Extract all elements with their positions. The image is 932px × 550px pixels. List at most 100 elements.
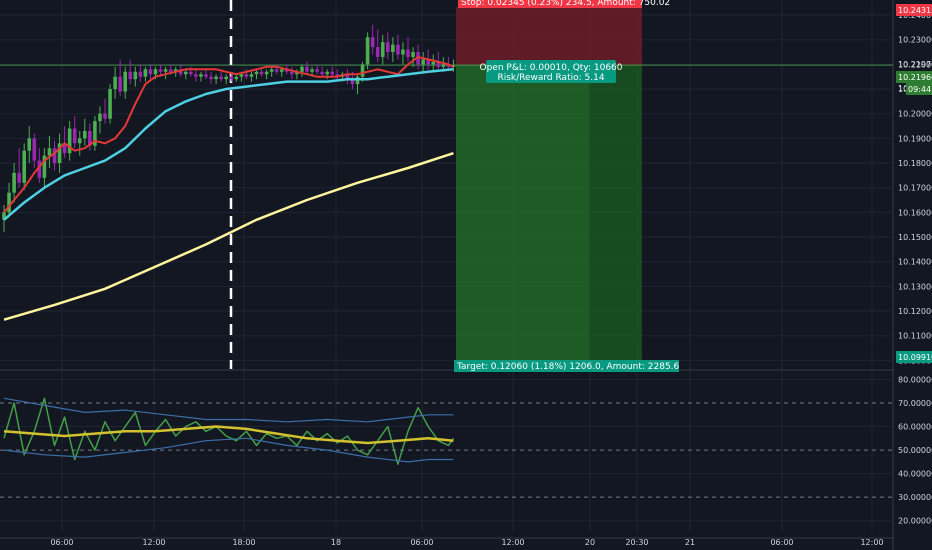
open-pnl-zone — [456, 65, 589, 363]
candle — [396, 34, 400, 60]
stop-zone — [456, 7, 642, 66]
candle-body — [375, 47, 380, 57]
candle-body — [138, 71, 143, 77]
candle — [375, 29, 380, 62]
candle-body — [310, 69, 314, 72]
candle-body — [370, 37, 375, 48]
candle — [103, 98, 107, 124]
candle — [254, 69, 259, 80]
candle-body — [365, 37, 370, 65]
candle — [52, 140, 57, 171]
time-tick-label: 21 — [685, 538, 695, 547]
candle — [98, 106, 102, 134]
candle-body — [269, 69, 274, 72]
candle-body — [128, 71, 133, 80]
candle-body — [254, 71, 259, 75]
candle-body — [184, 71, 188, 75]
candle-body — [52, 148, 57, 164]
rsi-tick-label: 70.00000 — [898, 399, 932, 408]
indicator-pane[interactable] — [0, 378, 893, 522]
candle-body — [133, 71, 138, 80]
candle — [370, 24, 375, 55]
candle-body — [153, 69, 158, 75]
candle-body — [330, 71, 335, 75]
candle-body — [113, 76, 117, 90]
candle — [113, 66, 117, 99]
position-zones — [0, 0, 893, 369]
candle-body — [431, 61, 436, 65]
stop-label: Stop: 0.02345 (0.23%) 234.5, Amount: 750… — [461, 0, 670, 8]
candle — [209, 71, 213, 85]
time-tick-label: 18 — [331, 538, 341, 547]
candle-body — [234, 76, 239, 80]
price-pane[interactable] — [2, 24, 456, 321]
candle — [27, 126, 32, 164]
candle — [401, 42, 405, 65]
candle-body — [67, 128, 72, 154]
time-tick-label: 18:00 — [232, 538, 255, 547]
candle-body — [411, 52, 415, 57]
candle — [138, 64, 143, 82]
candle — [123, 66, 127, 99]
trading-chart[interactable]: 10.2400010.2300010.2200010.2100010.20000… — [0, 0, 932, 550]
time-tick-label: 12:00 — [860, 538, 883, 547]
time-tick-label: 12:00 — [501, 538, 524, 547]
candle — [62, 126, 67, 159]
candle-body — [259, 71, 264, 75]
price-tick-label: 10.16000 — [898, 208, 932, 217]
candle-body — [32, 138, 37, 161]
band_upper-line — [3, 397, 454, 423]
candle — [184, 69, 188, 80]
target-price-text: 10.09910 — [898, 353, 932, 362]
candle-body — [224, 76, 228, 80]
candle — [249, 71, 254, 82]
candle-body — [12, 172, 16, 193]
candle-body — [103, 113, 107, 119]
candle — [315, 64, 319, 75]
time-tick-label: 20:30 — [625, 538, 648, 547]
price-tick-label: 10.13000 — [898, 282, 932, 291]
candle — [386, 32, 390, 60]
candle-body — [98, 113, 102, 122]
candle — [330, 66, 335, 77]
candle — [83, 118, 87, 146]
candle — [199, 71, 203, 82]
candle-body — [143, 69, 148, 77]
candle — [219, 71, 223, 82]
candle-body — [315, 69, 319, 72]
candle-body — [168, 69, 173, 72]
candle-body — [214, 76, 218, 80]
candle-body — [199, 74, 203, 77]
rr-label: Risk/Reward Ratio: 5.14 — [497, 73, 604, 83]
price-tick-label: 10.11000 — [898, 332, 932, 341]
candle — [17, 148, 21, 188]
candle — [77, 130, 82, 156]
time-axis[interactable]: 06:00 12:00 18:00 18 06:00 12:00 20 20:30 21 06:0… — [50, 538, 883, 547]
price-tick-label: 10.18000 — [898, 159, 932, 168]
candle-body — [279, 69, 284, 72]
candle — [194, 69, 198, 82]
candle — [431, 54, 436, 72]
rsi-tick-label: 60.00000 — [898, 423, 932, 432]
candle-body — [264, 71, 269, 75]
candle-body — [163, 69, 168, 72]
candle — [93, 116, 97, 151]
candle-body — [406, 49, 410, 57]
candle-body — [274, 69, 279, 72]
entry-price-text: 10.21960 — [898, 73, 932, 82]
candle — [345, 69, 350, 85]
rsi-line — [3, 397, 455, 465]
candle-body — [17, 172, 21, 183]
candle — [108, 84, 112, 124]
price-tick-label: 10.14000 — [898, 258, 932, 267]
candle-body — [204, 74, 208, 77]
candle-body — [77, 138, 82, 144]
candle-body — [441, 64, 446, 67]
price-tick-label: 10.12000 — [898, 307, 932, 316]
candle — [12, 163, 16, 203]
candle-body — [118, 76, 122, 92]
candle — [269, 66, 274, 77]
candle — [128, 59, 133, 85]
candle-body — [391, 44, 395, 53]
candle-body — [360, 64, 365, 77]
